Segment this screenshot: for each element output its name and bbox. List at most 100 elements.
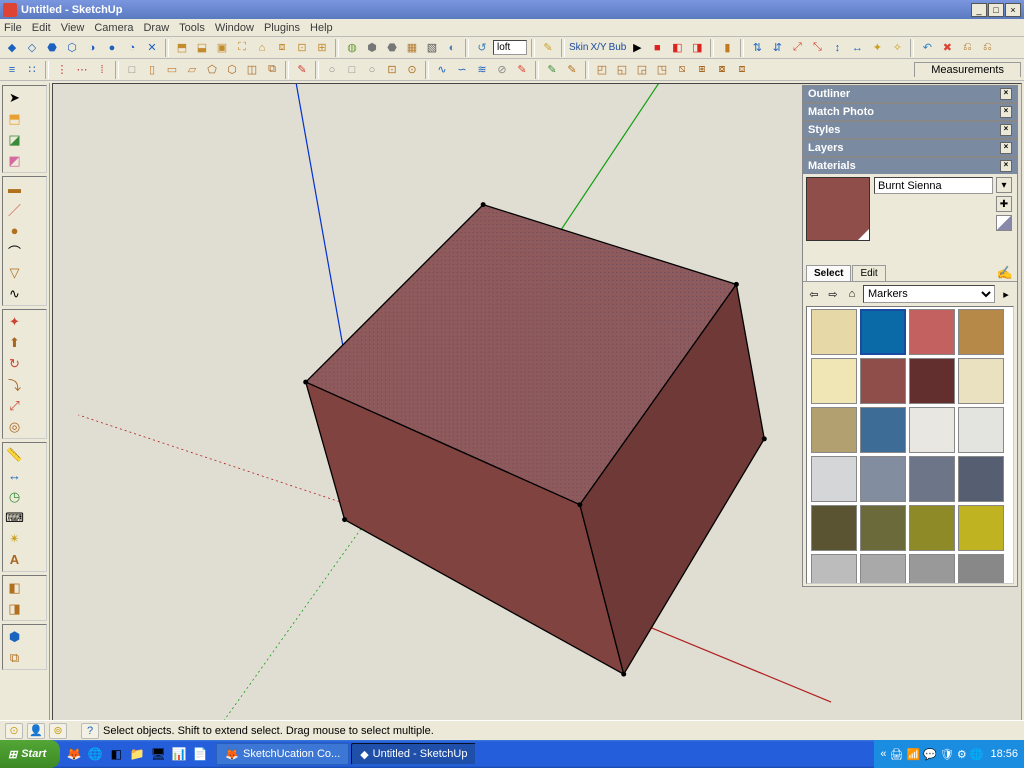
close-button[interactable]: × xyxy=(1005,3,1021,17)
tool-icon[interactable]: ⧉ xyxy=(263,61,281,79)
menu-edit[interactable]: Edit xyxy=(32,22,51,34)
3dtext-tool-icon[interactable]: A xyxy=(4,549,25,570)
material-swatch[interactable] xyxy=(811,407,857,453)
panel-styles[interactable]: Styles× xyxy=(802,121,1018,139)
tool-icon[interactable]: ◍ xyxy=(343,39,361,57)
tool-icon[interactable]: ⎌ xyxy=(978,39,996,57)
tool-icon[interactable]: ○ xyxy=(363,61,381,79)
tool-icon[interactable]: ⋯ xyxy=(73,61,91,79)
tool-icon[interactable]: ◑ xyxy=(83,39,101,57)
material-swatch[interactable] xyxy=(958,505,1004,551)
close-icon[interactable]: × xyxy=(1000,88,1012,100)
material-swatch[interactable] xyxy=(860,456,906,502)
maximize-button[interactable]: □ xyxy=(988,3,1004,17)
play-icon[interactable]: ▶ xyxy=(628,39,646,57)
nav-fwd-icon[interactable]: ⇨ xyxy=(825,286,841,302)
taskbar-app[interactable]: ◆Untitled - SketchUp xyxy=(351,743,476,765)
tool-icon[interactable]: ▭ xyxy=(163,61,181,79)
push-tool-icon[interactable]: ⬆ xyxy=(4,332,25,353)
tool-icon[interactable]: ⬣ xyxy=(43,39,61,57)
tool-icon[interactable]: ▯ xyxy=(143,61,161,79)
tool-icon[interactable]: ◇ xyxy=(23,39,41,57)
eyedropper-icon[interactable]: ✍ xyxy=(997,265,1013,281)
material-swatch[interactable] xyxy=(811,309,857,355)
arc-tool-icon[interactable]: ⌒ xyxy=(4,241,25,262)
material-swatch[interactable] xyxy=(860,505,906,551)
follow-tool-icon[interactable]: ⤵ xyxy=(4,374,25,395)
status-icon[interactable]: ⊚ xyxy=(49,723,67,739)
tool-icon[interactable]: ⧆ xyxy=(693,61,711,79)
tray-icon[interactable]: ⚙ xyxy=(957,748,967,761)
menu-draw[interactable]: Draw xyxy=(143,22,169,34)
material-menu-icon[interactable]: ▾ xyxy=(996,177,1012,193)
material-swatch[interactable] xyxy=(909,407,955,453)
clock[interactable]: 18:56 xyxy=(990,748,1018,760)
tool-icon[interactable]: ⁞ xyxy=(93,61,111,79)
close-icon[interactable]: × xyxy=(1000,160,1012,172)
paint-tool-icon[interactable]: ⬒ xyxy=(4,108,25,129)
tool-icon[interactable]: ⬒ xyxy=(173,39,191,57)
tool-icon[interactable]: ∿ xyxy=(433,61,451,79)
stop-icon[interactable]: ■ xyxy=(648,39,666,57)
eraser2-tool-icon[interactable]: ◩ xyxy=(4,150,25,171)
tray-icon[interactable]: 📶 xyxy=(907,748,921,761)
menu-tools[interactable]: Tools xyxy=(179,22,205,34)
tool-icon[interactable]: ✎ xyxy=(513,61,531,79)
section-tool-icon[interactable]: ◧ xyxy=(4,577,25,598)
menu-help[interactable]: Help xyxy=(310,22,333,34)
select-tool-icon[interactable]: ➤ xyxy=(4,87,25,108)
material-swatch[interactable] xyxy=(909,456,955,502)
tool-icon[interactable]: ◔ xyxy=(123,39,141,57)
tool-icon[interactable]: ∽ xyxy=(453,61,471,79)
tool-icon[interactable]: ⤢ xyxy=(788,39,806,57)
tool-icon[interactable]: ⊞ xyxy=(313,39,331,57)
component-tool-icon[interactable]: ◨ xyxy=(4,598,25,619)
menu-view[interactable]: View xyxy=(61,22,85,34)
tray-icon[interactable]: 💬 xyxy=(923,748,937,761)
tool-icon[interactable]: ◲ xyxy=(633,61,651,79)
tab-edit[interactable]: Edit xyxy=(852,265,885,281)
tool-icon[interactable]: ◰ xyxy=(593,61,611,79)
tool-icon[interactable]: □ xyxy=(343,61,361,79)
tool-icon[interactable]: ◆ xyxy=(3,39,21,57)
material-swatch[interactable] xyxy=(958,358,1004,404)
tool-icon[interactable]: ⊡ xyxy=(383,61,401,79)
nav-back-icon[interactable]: ⇦ xyxy=(806,286,822,302)
tool-icon[interactable]: ▦ xyxy=(403,39,421,57)
close-icon[interactable]: × xyxy=(1000,124,1012,136)
library-menu-icon[interactable]: ▸ xyxy=(998,286,1014,302)
offset-tool-icon[interactable]: ◎ xyxy=(4,416,25,437)
tool-icon[interactable]: ◨ xyxy=(688,39,706,57)
create-material-icon[interactable]: ✚ xyxy=(996,196,1012,212)
extra-tool-icon[interactable]: ⧉ xyxy=(4,647,25,668)
protractor-tool-icon[interactable]: ◷ xyxy=(4,486,25,507)
tool-icon[interactable]: ✎ xyxy=(543,61,561,79)
start-button[interactable]: ⊞Start xyxy=(0,740,60,768)
tool-icon[interactable]: ⬣ xyxy=(383,39,401,57)
menu-camera[interactable]: Camera xyxy=(94,22,133,34)
material-swatch[interactable] xyxy=(958,309,1004,355)
tray-icon[interactable]: 🌐 xyxy=(970,748,984,761)
tool-icon[interactable]: ⋮ xyxy=(53,61,71,79)
tool-icon[interactable]: ○ xyxy=(323,61,341,79)
move-tool-icon[interactable]: ✦ xyxy=(4,311,25,332)
rect-tool-icon[interactable]: ▬ xyxy=(4,178,25,199)
material-swatch[interactable] xyxy=(909,505,955,551)
material-swatch[interactable] xyxy=(860,554,906,584)
tool-icon[interactable]: ⧈ xyxy=(273,39,291,57)
nav-home-icon[interactable]: ⌂ xyxy=(844,286,860,302)
tool-icon[interactable]: ≋ xyxy=(473,61,491,79)
material-swatch[interactable] xyxy=(909,358,955,404)
material-swatch[interactable] xyxy=(958,554,1004,584)
ql-icon[interactable]: 📁 xyxy=(127,743,147,765)
minimize-button[interactable]: _ xyxy=(971,3,987,17)
menu-plugins[interactable]: Plugins xyxy=(264,22,300,34)
material-swatch[interactable] xyxy=(958,407,1004,453)
material-swatch[interactable] xyxy=(860,407,906,453)
status-icon[interactable]: ⊙ xyxy=(5,723,23,739)
material-swatch[interactable] xyxy=(860,358,906,404)
close-icon[interactable]: × xyxy=(1000,106,1012,118)
pencil-icon[interactable]: ✎ xyxy=(539,39,557,57)
eraser-tool-icon[interactable]: ◪ xyxy=(4,129,25,150)
tool-icon[interactable]: ◧ xyxy=(668,39,686,57)
